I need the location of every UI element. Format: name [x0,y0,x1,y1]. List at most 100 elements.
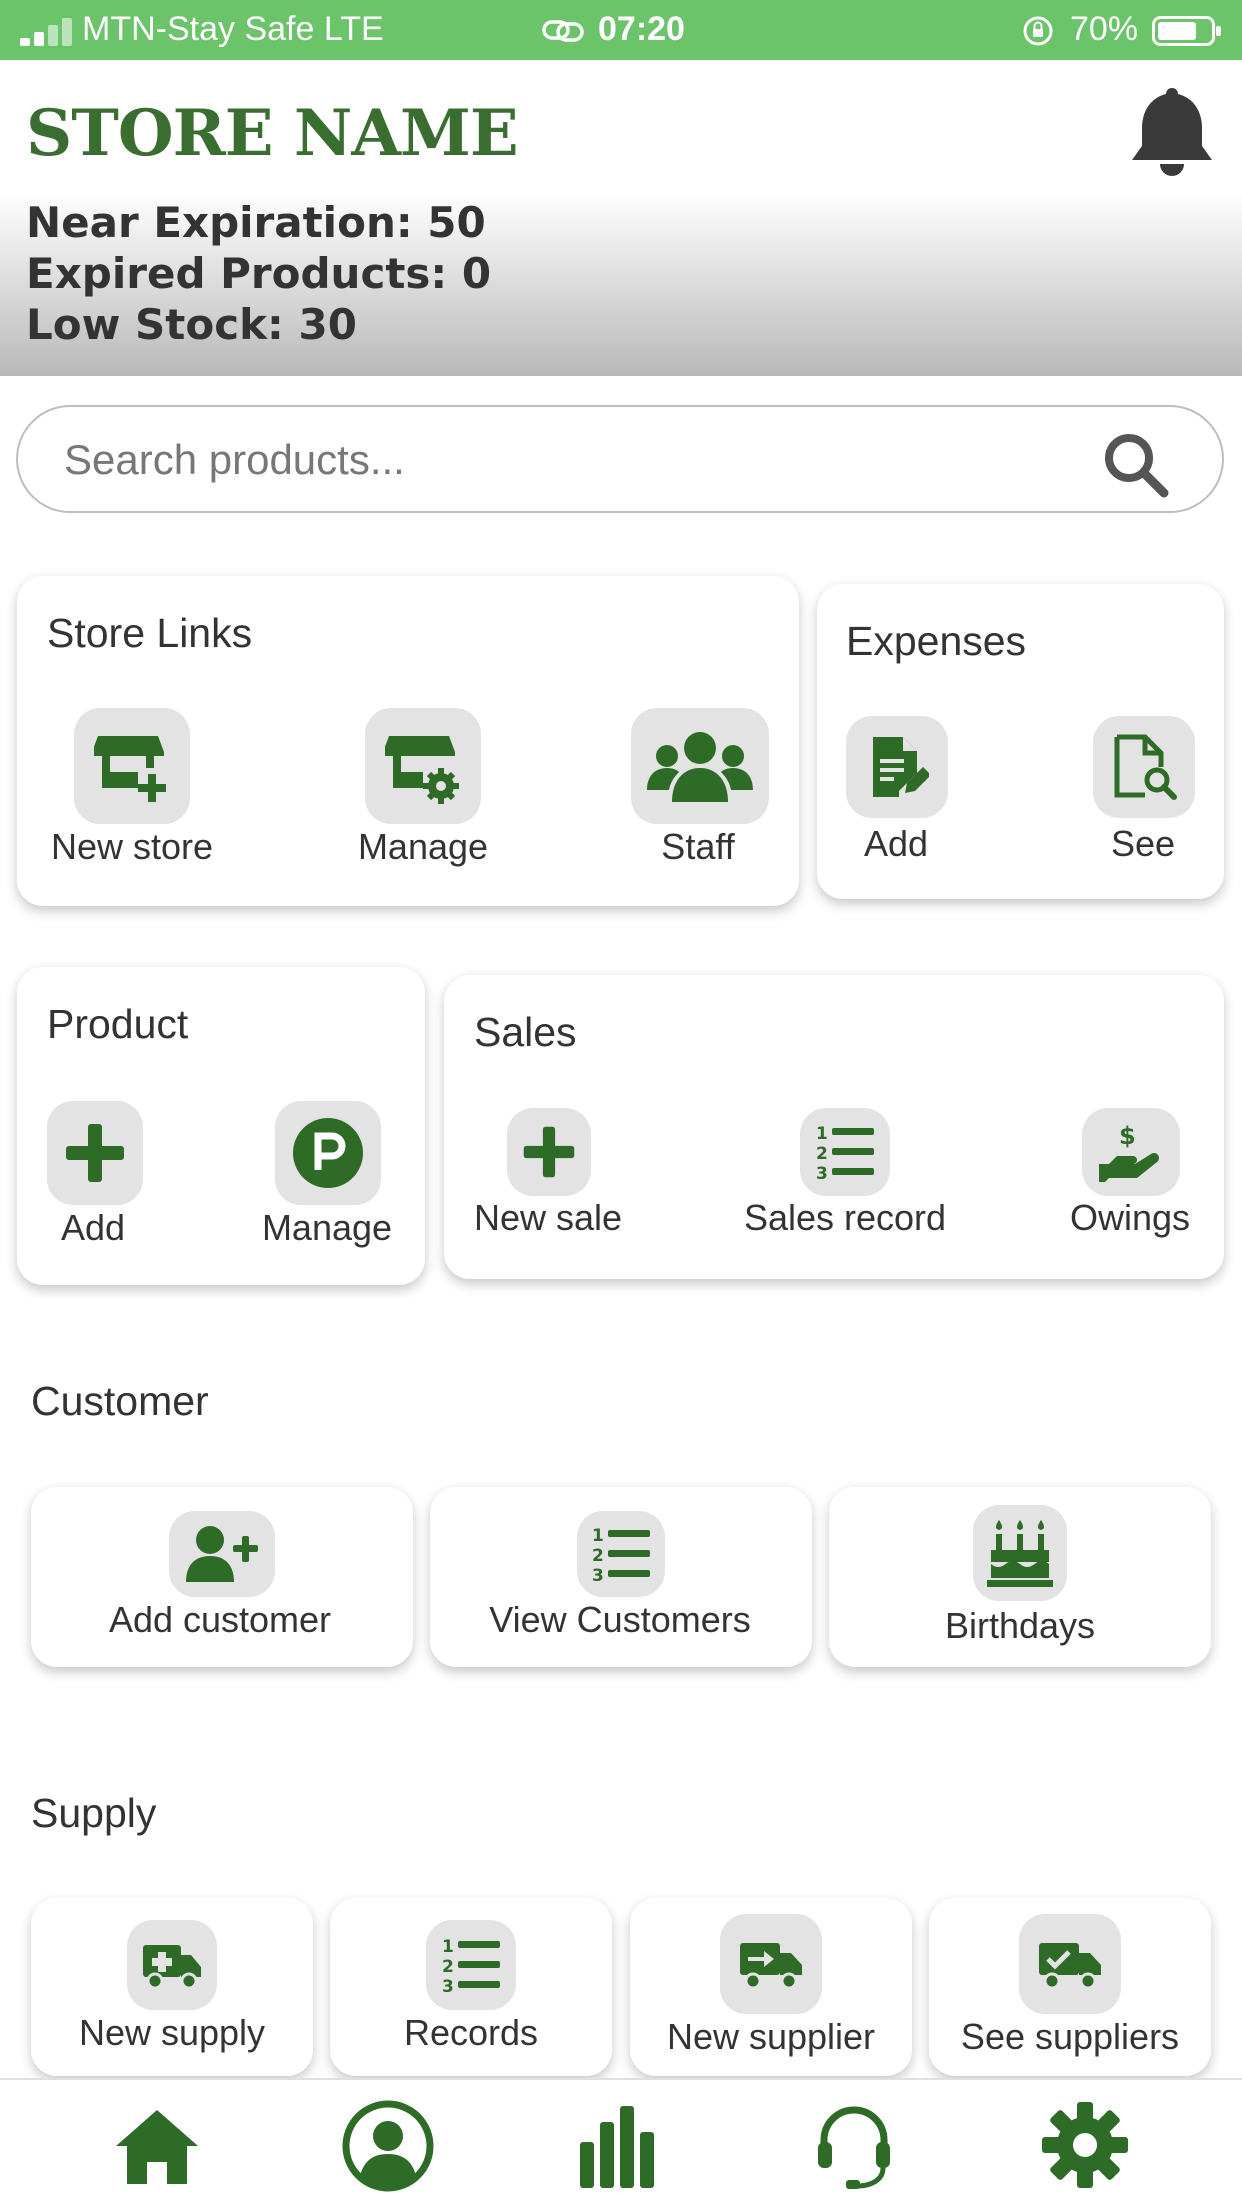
expenses-card: Expenses Add See [817,584,1224,899]
manage-store-label: Manage [357,826,489,867]
new-supply-label: New supply [78,2012,266,2053]
sales-record-button[interactable]: 1 2 3 [800,1108,890,1196]
truck-check-icon [1039,1943,1101,1989]
svg-text:2: 2 [592,1546,604,1566]
see-expenses-label: See [1110,823,1176,864]
signal-icon [20,18,74,46]
medical-truck-icon [143,1945,201,1989]
numbered-list-icon: 1 2 3 [816,1124,874,1183]
manage-product-label: Manage [261,1207,393,1248]
analytics-icon[interactable] [580,2102,656,2190]
manage-product-button[interactable] [275,1101,381,1205]
sales-record-label: Sales record [743,1197,947,1238]
staff-label: Staff [661,826,735,867]
store-name: STORE NAME [26,96,519,171]
new-sale-label: New sale [473,1197,623,1238]
birthday-cake-icon [987,1520,1053,1587]
manage-store-button[interactable] [365,708,481,824]
add-expense-label: Add [863,823,929,864]
svg-text:1: 1 [442,1937,454,1957]
add-customer-tile [169,1511,275,1597]
bottom-navigation [0,2078,1242,2210]
search-icon[interactable] [1100,429,1170,499]
truck-arrow-icon [740,1943,802,1989]
view-customers-tile: 1 2 3 [577,1511,665,1597]
status-bar: MTN-Stay Safe LTE 07:20 70% [0,0,1242,60]
add-customer-label: Add customer [108,1599,332,1640]
profile-icon[interactable] [342,2100,434,2192]
edit-document-icon [873,737,929,797]
view-customers-label: View Customers [489,1599,751,1640]
sales-card: Sales New sale 1 2 3 Sales record $ Owin… [444,975,1224,1279]
store-settings-icon [385,736,459,804]
see-expenses-button[interactable] [1093,716,1195,818]
search-input[interactable] [62,429,1066,491]
settings-icon[interactable] [1040,2100,1130,2190]
product-title: Product [47,1001,189,1047]
supply-section-title: Supply [31,1790,157,1836]
product-card: Product Add Manage [17,967,425,1285]
svg-text:1: 1 [816,1124,828,1144]
store-add-icon [94,736,166,802]
parking-p-icon [293,1118,363,1188]
customer-section-title: Customer [31,1378,209,1424]
support-headset-icon[interactable] [814,2102,894,2190]
users-icon [647,732,753,802]
battery-icon [1152,16,1221,46]
add-expense-button[interactable] [846,716,948,818]
add-customer-button[interactable]: Add customer [31,1487,413,1667]
sales-title: Sales [474,1009,577,1055]
new-store-label: New store [50,826,214,867]
birthdays-button[interactable]: Birthdays [829,1487,1211,1667]
supply-records-label: Records [403,2012,539,2053]
see-suppliers-tile [1019,1914,1121,2014]
numbered-list-icon: 1 2 3 [442,1937,500,1996]
store-links-card: Store Links New store Manage Staff [17,576,799,906]
rotation-lock-icon [1023,16,1053,46]
svg-text:2: 2 [442,1957,454,1977]
battery-percent: 70% [1070,10,1139,48]
new-supply-tile [127,1920,217,2010]
expired-products-stat[interactable]: Expired Products: 0 [26,249,491,298]
expenses-title: Expenses [846,618,1027,664]
new-supplier-tile [720,1914,822,2014]
supply-records-tile: 1 2 3 [426,1920,516,2010]
home-icon[interactable] [114,2106,200,2186]
svg-text:3: 3 [442,1977,454,1996]
add-product-label: Add [60,1207,126,1248]
near-expiration-stat[interactable]: Near Expiration: 50 [26,198,486,247]
birthdays-tile [973,1505,1067,1601]
link-icon [542,20,584,42]
numbered-list-icon: 1 2 3 [592,1526,650,1585]
svg-text:1: 1 [592,1526,604,1546]
new-sale-button[interactable] [507,1108,591,1196]
birthdays-label: Birthdays [944,1605,1096,1646]
hand-holding-dollar-icon: $ [1099,1122,1159,1182]
low-stock-stat[interactable]: Low Stock: 30 [26,300,357,349]
plus-icon [523,1126,575,1178]
svg-text:2: 2 [816,1144,828,1164]
store-header: STORE NAME Near Expiration: 50 Expired P… [0,60,1242,376]
bell-icon[interactable] [1126,82,1218,182]
owings-label: Owings [1069,1197,1191,1238]
supply-records-button[interactable]: 1 2 3 Records [330,1898,612,2076]
staff-button[interactable] [631,708,769,824]
svg-text:3: 3 [816,1164,828,1183]
svg-text:$: $ [1119,1122,1136,1150]
store-links-title: Store Links [47,610,253,656]
user-plus-icon [186,1526,258,1582]
new-supply-button[interactable]: New supply [31,1898,313,2076]
clock: 07:20 [598,10,685,48]
new-supplier-label: New supplier [666,2016,876,2057]
carrier-label: MTN-Stay Safe LTE [82,10,384,48]
see-suppliers-button[interactable]: See suppliers [929,1898,1211,2076]
add-product-button[interactable] [47,1101,143,1205]
svg-text:3: 3 [592,1566,604,1585]
file-search-icon [1114,734,1177,800]
new-supplier-button[interactable]: New supplier [630,1898,912,2076]
owings-button[interactable]: $ [1082,1108,1180,1196]
plus-icon [66,1124,124,1182]
view-customers-button[interactable]: 1 2 3 View Customers [430,1487,812,1667]
new-store-button[interactable] [74,708,190,824]
see-suppliers-label: See suppliers [960,2016,1180,2057]
